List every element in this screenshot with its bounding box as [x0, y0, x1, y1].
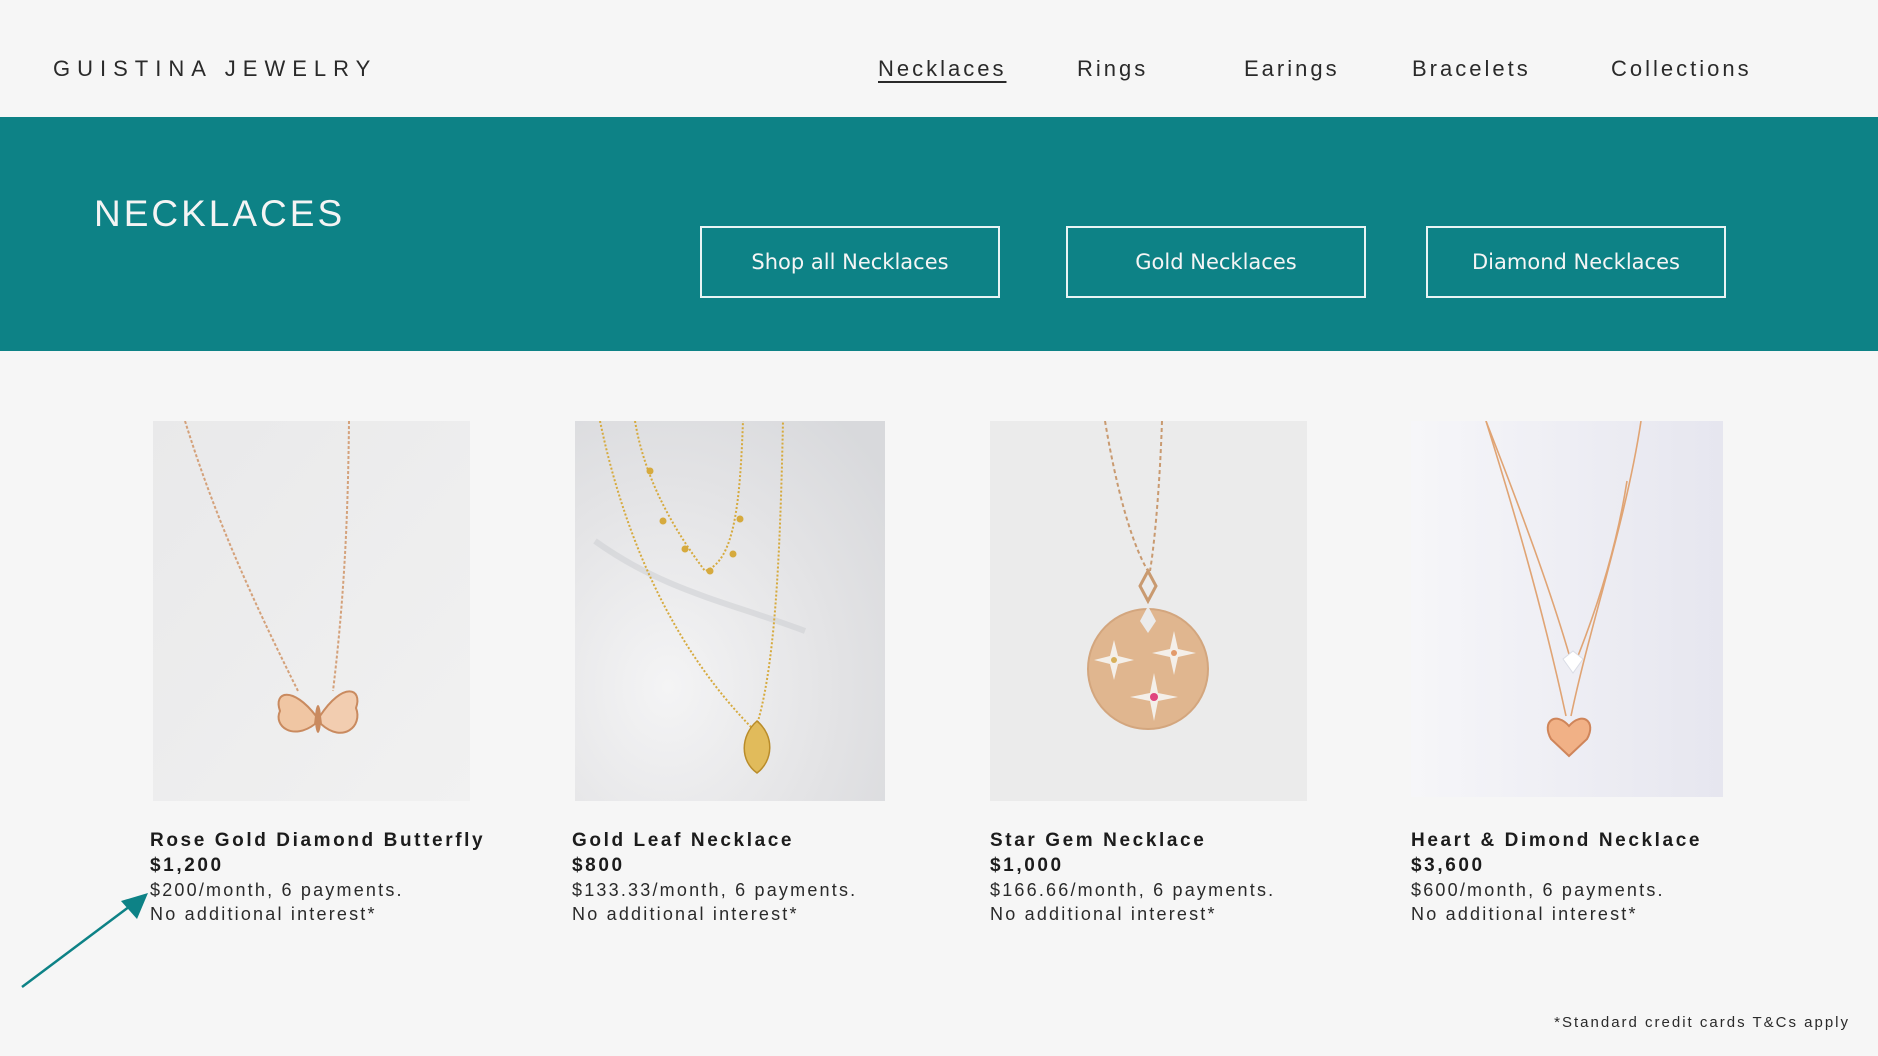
- interest-note: No additional interest*: [150, 904, 377, 924]
- nav-bracelets[interactable]: Bracelets: [1412, 56, 1531, 82]
- nav-collections[interactable]: Collections: [1611, 56, 1752, 82]
- site-header: GUISTINA JEWELRY Necklaces Rings Earings…: [0, 0, 1878, 117]
- brand-logo[interactable]: GUISTINA JEWELRY: [53, 56, 377, 82]
- product-image-star-gem[interactable]: [990, 421, 1307, 801]
- product-image-leaf[interactable]: [575, 421, 885, 801]
- payment-plan: $200/month, 6 payments.: [150, 880, 404, 900]
- star-gem-necklace-image: [990, 421, 1307, 801]
- butterfly-necklace-image: [153, 421, 470, 801]
- shop-all-necklaces-button[interactable]: Shop all Necklaces: [700, 226, 1000, 298]
- product-price: $1,200: [150, 855, 224, 876]
- payment-plan: $166.66/month, 6 payments.: [990, 880, 1276, 900]
- category-banner: NECKLACES Shop all Necklaces Gold Neckla…: [0, 117, 1878, 351]
- leaf-necklace-image: [575, 421, 885, 801]
- terms-footnote: *Standard credit cards T&Cs apply: [1554, 1014, 1850, 1031]
- diamond-necklaces-button[interactable]: Diamond Necklaces: [1426, 226, 1726, 298]
- heart-diamond-necklace-image: [1411, 421, 1723, 797]
- nav-earings[interactable]: Earings: [1244, 56, 1340, 82]
- arrow-icon: [21, 893, 148, 988]
- product-price: $3,600: [1411, 855, 1485, 876]
- product-name[interactable]: Heart & Dimond Necklace: [1411, 830, 1702, 852]
- product-price: $800: [572, 855, 625, 876]
- nav-necklaces[interactable]: Necklaces: [878, 56, 1006, 82]
- gold-necklaces-button[interactable]: Gold Necklaces: [1066, 226, 1366, 298]
- payment-plan: $133.33/month, 6 payments.: [572, 880, 858, 900]
- interest-note: No additional interest*: [990, 904, 1217, 924]
- product-name[interactable]: Gold Leaf Necklace: [572, 830, 794, 852]
- nav-rings[interactable]: Rings: [1077, 56, 1148, 82]
- product-price: $1,000: [990, 855, 1064, 876]
- product-image-butterfly[interactable]: [153, 421, 470, 801]
- interest-note: No additional interest*: [572, 904, 799, 924]
- product-name[interactable]: Star Gem Necklace: [990, 830, 1206, 852]
- payment-plan: $600/month, 6 payments.: [1411, 880, 1665, 900]
- page-title: NECKLACES: [94, 193, 346, 234]
- interest-note: No additional interest*: [1411, 904, 1638, 924]
- product-name[interactable]: Rose Gold Diamond Butterfly: [150, 830, 485, 852]
- product-image-heart-diamond[interactable]: [1411, 421, 1723, 797]
